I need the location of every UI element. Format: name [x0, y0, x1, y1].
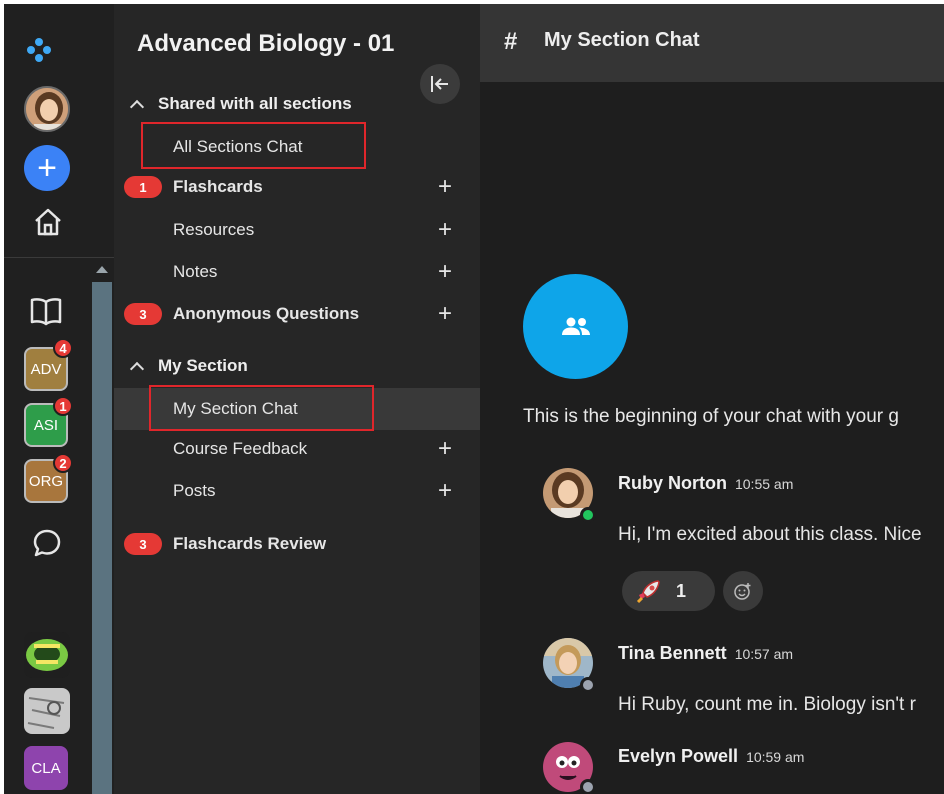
course-tile-label: CLA [31, 759, 61, 777]
scroll-up-arrow-icon[interactable] [96, 266, 108, 273]
section-header-shared[interactable]: Shared with all sections [129, 94, 352, 114]
user-avatar[interactable] [24, 86, 70, 132]
add-emoji-icon [734, 583, 751, 600]
channel-label: Posts [173, 481, 216, 500]
channel-resources[interactable]: Resources + [114, 211, 480, 249]
offline-status-dot [580, 779, 596, 794]
channel-title: My Section Chat [544, 29, 700, 51]
online-status-dot [580, 507, 596, 523]
unread-badge: 3 [124, 303, 162, 325]
unread-badge: 3 [124, 533, 162, 555]
notification-badge: 2 [53, 453, 73, 473]
reaction-count: 1 [676, 580, 687, 601]
channel-posts[interactable]: Posts + [114, 472, 480, 510]
app-rail: + ADV 4 ASI 1 ORG 2 CLA [4, 4, 114, 794]
channel-course-feedback[interactable]: Course Feedback + [114, 430, 480, 468]
app-logo-icon[interactable] [24, 36, 54, 66]
home-icon[interactable] [32, 206, 64, 238]
group-people-icon [561, 317, 590, 335]
channel-notes[interactable]: Notes + [114, 253, 480, 291]
course-sidebar: Advanced Biology - 01 Shared with all se… [114, 4, 480, 794]
author-name: Ruby Norton [618, 473, 727, 493]
course-tile-cla[interactable]: CLA [24, 746, 68, 790]
notification-badge: 1 [53, 396, 73, 416]
chevron-up-icon [129, 99, 145, 114]
message-time: 10:59 am [746, 749, 805, 765]
channel-label: Flashcards Review [173, 534, 327, 553]
chevron-up-icon [129, 361, 145, 376]
message-text: Hi, I'm excited about this class. Nice [618, 524, 922, 545]
message-time: 10:57 am [734, 646, 794, 662]
add-reaction-button[interactable] [723, 571, 763, 611]
add-icon[interactable]: + [438, 218, 452, 242]
channel-hash-icon: # [504, 28, 518, 55]
book-icon[interactable] [28, 296, 64, 328]
message-author: Evelyn Powell 10:59 am [618, 746, 804, 767]
message-author: Ruby Norton 10:55 am [618, 473, 793, 494]
offline-status-dot [580, 677, 596, 693]
group-thumbnail-green[interactable] [24, 632, 70, 678]
chat-intro-text: This is the beginning of your chat with … [523, 406, 899, 427]
channel-label: Anonymous Questions [173, 304, 360, 323]
channel-flashcards-review[interactable]: 3 Flashcards Review [114, 525, 480, 563]
collapse-left-icon [431, 76, 448, 92]
course-tile-label: ORG [28, 472, 64, 490]
section-title: Shared with all sections [158, 94, 352, 113]
reaction-pill[interactable]: 1 [622, 571, 715, 611]
chat-header: # My Section Chat [480, 4, 944, 82]
section-title: My Section [158, 356, 248, 375]
message-text: Hi Ruby, count me in. Biology isn't r [618, 694, 916, 715]
unread-badge: 1 [124, 176, 162, 198]
app-window: + ADV 4 ASI 1 ORG 2 CLA Advanced Biology… [0, 0, 944, 794]
group-avatar [523, 274, 628, 379]
chat-bubble-icon[interactable] [31, 527, 63, 559]
add-icon[interactable]: + [438, 302, 452, 326]
channel-label: Notes [173, 262, 218, 281]
add-icon[interactable]: + [438, 437, 452, 461]
rocket-emoji-icon [636, 580, 660, 604]
section-header-my-section[interactable]: My Section [129, 356, 248, 376]
course-tile-label: ADV [30, 360, 62, 378]
channel-flashcards[interactable]: 1 Flashcards + [114, 168, 480, 206]
message-time: 10:55 am [734, 476, 794, 492]
channel-label: Resources [173, 220, 255, 239]
rail-scrollbar[interactable] [92, 282, 112, 794]
add-icon[interactable]: + [438, 175, 452, 199]
highlight-box [141, 122, 366, 169]
course-tile-label: ASI [33, 416, 59, 434]
notification-badge: 4 [53, 338, 73, 358]
add-icon[interactable]: + [438, 479, 452, 503]
channel-label: Flashcards [173, 177, 263, 196]
message-author: Tina Bennett 10:57 am [618, 643, 793, 664]
add-course-button[interactable]: + [24, 145, 70, 191]
highlight-box [149, 385, 374, 431]
collapse-sidebar-button[interactable] [420, 64, 460, 104]
channel-label: Course Feedback [173, 439, 308, 458]
rail-divider [4, 257, 114, 258]
course-title: Advanced Biology - 01 [137, 30, 395, 57]
author-name: Evelyn Powell [618, 746, 739, 766]
chat-panel: # My Section Chat This is the beginning … [480, 4, 944, 794]
add-icon[interactable]: + [438, 260, 452, 284]
author-name: Tina Bennett [618, 643, 727, 663]
group-thumbnail-sketch[interactable] [24, 688, 70, 734]
channel-anonymous-questions[interactable]: 3 Anonymous Questions + [114, 295, 480, 333]
